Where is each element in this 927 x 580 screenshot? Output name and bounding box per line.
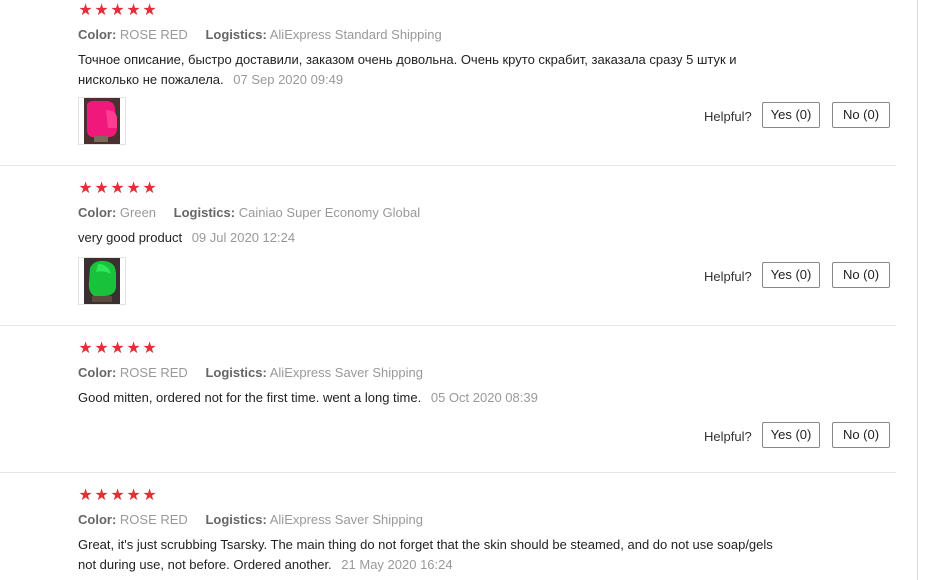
review-meta: Color: Green Logistics: Cainiao Super Ec… bbox=[78, 205, 420, 220]
review-item: ★ ★ ★ ★ ★ Color: ROSE RED Logistics: Ali… bbox=[0, 326, 896, 473]
logistics-value: Cainiao Super Economy Global bbox=[238, 205, 421, 220]
color-label: Color: bbox=[78, 27, 117, 42]
review-text: Good mitten, ordered not for the first t… bbox=[78, 388, 798, 408]
review-body: Точное описание, быстро доставили, заказ… bbox=[78, 52, 737, 87]
star-icon: ★ bbox=[110, 180, 125, 197]
helpful-label: Helpful? bbox=[704, 109, 752, 124]
star-icon: ★ bbox=[110, 487, 125, 504]
star-icon: ★ bbox=[126, 340, 141, 357]
star-icon: ★ bbox=[142, 2, 157, 19]
star-icon: ★ bbox=[142, 487, 157, 504]
review-body: Good mitten, ordered not for the first t… bbox=[78, 390, 422, 405]
logistics-label: Logistics: bbox=[173, 205, 236, 220]
review-text: Точное описание, быстро доставили, заказ… bbox=[78, 50, 798, 90]
logistics-value: AliExpress Standard Shipping bbox=[269, 27, 442, 42]
review-text: Great, it's just scrubbing Tsarsky. The … bbox=[78, 535, 778, 575]
star-icon: ★ bbox=[78, 340, 93, 357]
review-photo-thumbnail[interactable] bbox=[78, 97, 126, 145]
helpful-no-button[interactable]: No (0) bbox=[832, 102, 890, 128]
color-label: Color: bbox=[78, 512, 117, 527]
star-icon: ★ bbox=[78, 180, 93, 197]
review-text: very good product 09 Jul 2020 12:24 bbox=[78, 228, 798, 248]
color-value: Green bbox=[119, 205, 157, 220]
review-date: 21 May 2020 16:24 bbox=[341, 557, 453, 572]
star-icon: ★ bbox=[94, 487, 109, 504]
color-value: ROSE RED bbox=[119, 512, 188, 527]
star-icon: ★ bbox=[94, 340, 109, 357]
review-meta: Color: ROSE RED Logistics: AliExpress St… bbox=[78, 27, 442, 42]
helpful-yes-button[interactable]: Yes (0) bbox=[762, 422, 820, 448]
star-icon: ★ bbox=[94, 180, 109, 197]
review-date: 09 Jul 2020 12:24 bbox=[191, 230, 296, 245]
logistics-value: AliExpress Saver Shipping bbox=[269, 365, 423, 380]
rating-stars: ★ ★ ★ ★ ★ bbox=[78, 341, 157, 357]
pink-mitten-photo bbox=[84, 98, 120, 144]
logistics-label: Logistics: bbox=[205, 512, 267, 527]
star-icon: ★ bbox=[126, 487, 141, 504]
star-icon: ★ bbox=[110, 340, 125, 357]
review-meta: Color: ROSE RED Logistics: AliExpress Sa… bbox=[78, 512, 423, 527]
star-icon: ★ bbox=[142, 340, 157, 357]
helpful-label: Helpful? bbox=[704, 429, 752, 444]
star-icon: ★ bbox=[126, 180, 141, 197]
review-item: ★ ★ ★ ★ ★ Color: Green Logistics: Cainia… bbox=[0, 166, 896, 326]
review-photo-thumbnail[interactable] bbox=[78, 257, 126, 305]
logistics-label: Logistics: bbox=[205, 365, 267, 380]
review-body: very good product bbox=[78, 230, 183, 245]
star-icon: ★ bbox=[110, 2, 125, 19]
star-icon: ★ bbox=[78, 2, 93, 19]
review-item: ★ ★ ★ ★ ★ Color: ROSE RED Logistics: Ali… bbox=[0, 0, 896, 166]
color-value: ROSE RED bbox=[119, 365, 188, 380]
color-label: Color: bbox=[78, 205, 117, 220]
star-icon: ★ bbox=[78, 487, 93, 504]
helpful-yes-button[interactable]: Yes (0) bbox=[762, 102, 820, 128]
color-label: Color: bbox=[78, 365, 117, 380]
star-icon: ★ bbox=[142, 180, 157, 197]
helpful-yes-button[interactable]: Yes (0) bbox=[762, 262, 820, 288]
logistics-value: AliExpress Saver Shipping bbox=[269, 512, 423, 527]
review-item: ★ ★ ★ ★ ★ Color: ROSE RED Logistics: Ali… bbox=[0, 473, 896, 580]
scrollbar-track[interactable] bbox=[917, 0, 927, 580]
green-mitten-photo bbox=[84, 258, 120, 304]
rating-stars: ★ ★ ★ ★ ★ bbox=[78, 181, 157, 197]
helpful-no-button[interactable]: No (0) bbox=[832, 262, 890, 288]
star-icon: ★ bbox=[126, 2, 141, 19]
helpful-label: Helpful? bbox=[704, 269, 752, 284]
logistics-label: Logistics: bbox=[205, 27, 267, 42]
review-date: 05 Oct 2020 08:39 bbox=[430, 390, 538, 405]
helpful-no-button[interactable]: No (0) bbox=[832, 422, 890, 448]
star-icon: ★ bbox=[94, 2, 109, 19]
review-meta: Color: ROSE RED Logistics: AliExpress Sa… bbox=[78, 365, 423, 380]
rating-stars: ★ ★ ★ ★ ★ bbox=[78, 3, 157, 19]
rating-stars: ★ ★ ★ ★ ★ bbox=[78, 488, 157, 504]
color-value: ROSE RED bbox=[119, 27, 188, 42]
review-date: 07 Sep 2020 09:49 bbox=[233, 72, 344, 87]
